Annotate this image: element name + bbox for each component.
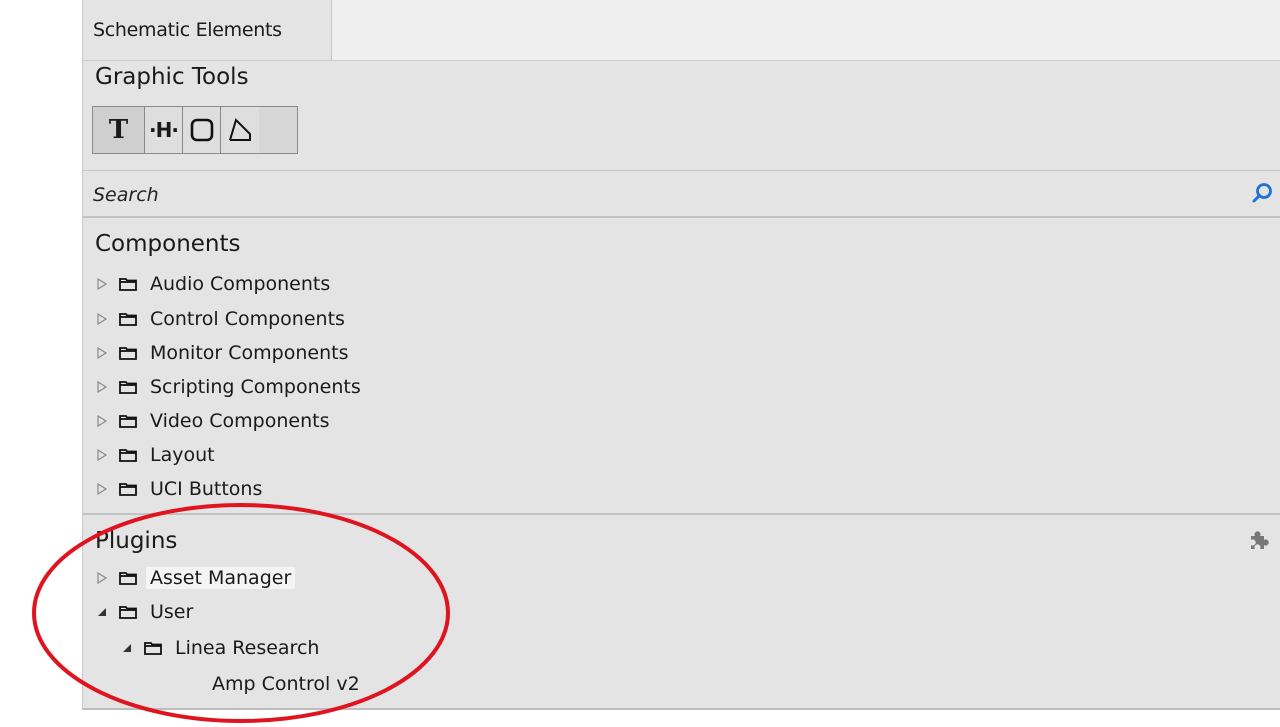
line-tool-button[interactable]: ·H· (145, 107, 183, 153)
tree-item-label: Layout (150, 444, 215, 466)
schematic-elements-panel: Schematic Elements Graphic Tools T ·H· C… (82, 0, 1280, 710)
components-title: Components (95, 231, 241, 257)
tree-item-label: Scripting Components (150, 376, 361, 398)
tree-item-label: Monitor Components (150, 342, 349, 364)
collapsed-arrow-icon[interactable] (95, 571, 109, 585)
tree-item-label: Linea Research (175, 637, 320, 659)
folder-icon (119, 571, 137, 585)
tree-item-component-folder[interactable]: Scripting Components (95, 372, 361, 402)
expanded-arrow-icon[interactable] (95, 605, 109, 619)
folder-icon (119, 380, 137, 394)
folder-icon (119, 312, 137, 326)
tree-item-amp-control-v2[interactable]: Amp Control v2 (212, 669, 360, 699)
folder-icon (119, 605, 137, 619)
rectangle-tool-button[interactable] (183, 107, 221, 153)
tree-item-component-folder[interactable]: Video Components (95, 406, 329, 436)
collapsed-arrow-icon[interactable] (95, 346, 109, 360)
expanded-arrow-icon[interactable] (120, 641, 134, 655)
tree-item-asset-manager[interactable]: Asset Manager (95, 563, 296, 593)
collapsed-arrow-icon[interactable] (95, 277, 109, 291)
collapsed-arrow-icon[interactable] (95, 312, 109, 326)
tab-bar: Schematic Elements (83, 0, 1280, 61)
tree-item-user[interactable]: User (95, 597, 193, 627)
tree-item-component-folder[interactable]: UCI Buttons (95, 474, 262, 504)
plugins-title: Plugins (95, 528, 178, 554)
tree-item-component-folder[interactable]: Layout (95, 440, 215, 470)
divider (83, 513, 1280, 515)
collapsed-arrow-icon[interactable] (95, 448, 109, 462)
tree-item-label: Video Components (150, 410, 330, 432)
tree-item-label: Control Components (150, 308, 345, 330)
graphic-tools-title: Graphic Tools (95, 64, 249, 90)
tree-item-component-folder[interactable]: Audio Components (95, 269, 330, 299)
collapsed-arrow-icon[interactable] (95, 380, 109, 394)
tab-schematic-elements[interactable]: Schematic Elements (83, 0, 332, 60)
collapsed-arrow-icon[interactable] (95, 482, 109, 496)
tree-item-component-folder[interactable]: Control Components (95, 304, 345, 334)
tree-item-label: Asset Manager (146, 567, 296, 589)
search-icon[interactable] (1251, 181, 1275, 205)
tree-item-linea-research[interactable]: Linea Research (120, 633, 319, 663)
search-bar (83, 171, 1280, 216)
rectangle-tool-icon (190, 118, 213, 142)
folder-icon (119, 346, 137, 360)
folder-icon (119, 482, 137, 496)
graphic-tools-toolbar: T ·H· (92, 106, 298, 154)
tree-item-label: Audio Components (150, 273, 331, 295)
text-tool-button[interactable]: T (93, 107, 145, 153)
collapsed-arrow-icon[interactable] (95, 414, 109, 428)
tree-item-component-folder[interactable]: Monitor Components (95, 338, 348, 368)
folder-icon (119, 277, 137, 291)
tree-item-label: Amp Control v2 (212, 673, 360, 695)
text-tool-icon: T (108, 115, 129, 145)
line-tool-icon: ·H· (149, 118, 179, 142)
search-input[interactable] (91, 179, 1235, 211)
polygon-tool-icon (229, 118, 251, 141)
puzzle-piece-icon[interactable] (1247, 528, 1269, 550)
folder-icon (119, 414, 137, 428)
tree-item-label: User (150, 601, 194, 623)
divider (83, 216, 1280, 218)
tree-item-label: UCI Buttons (150, 478, 263, 500)
folder-icon (144, 641, 162, 655)
folder-icon (119, 448, 137, 462)
polygon-tool-button[interactable] (221, 107, 259, 153)
